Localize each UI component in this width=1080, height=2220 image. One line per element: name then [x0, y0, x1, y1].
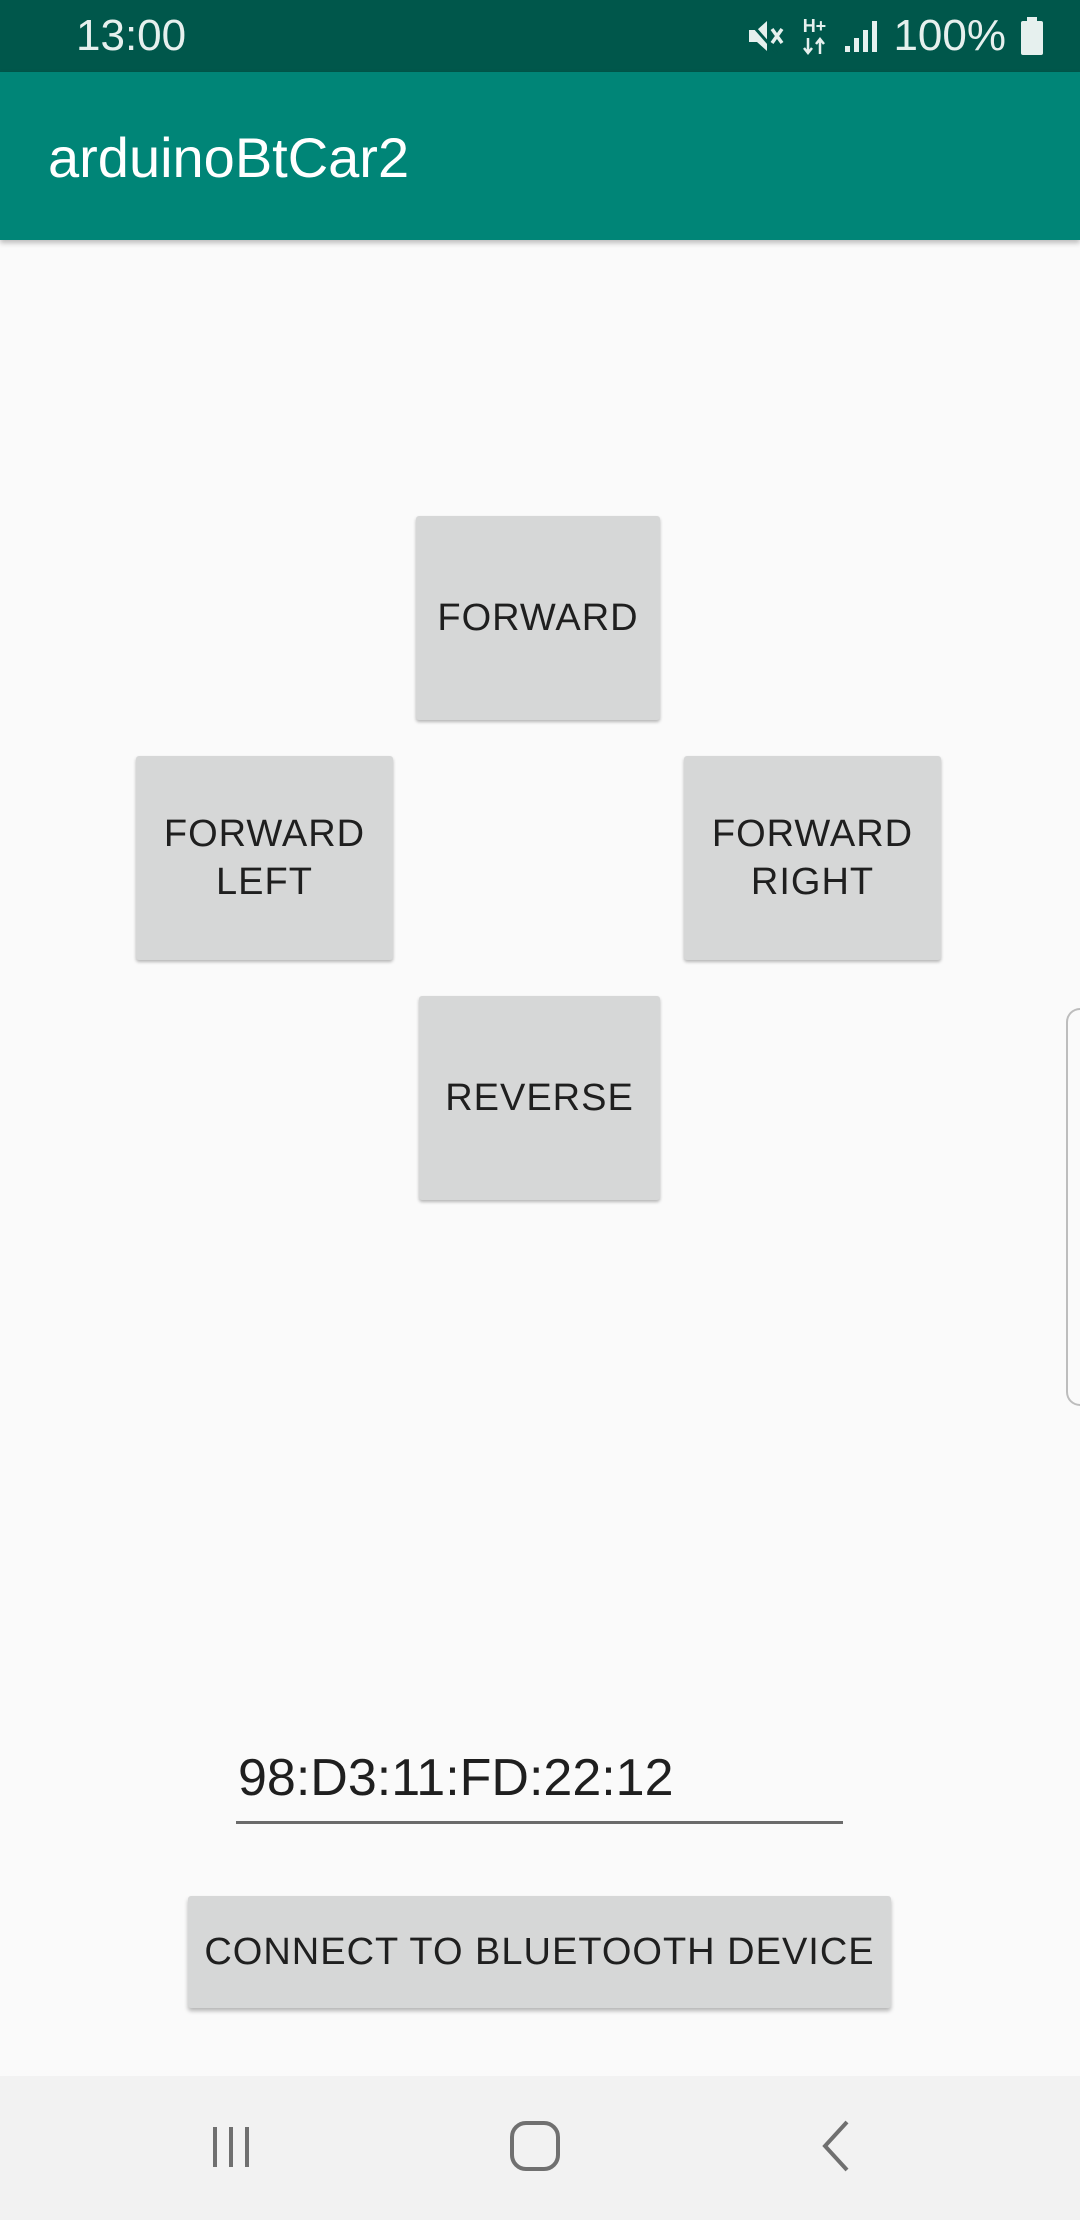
- reverse-button[interactable]: REVERSE: [419, 996, 660, 1200]
- forward-right-label-line1: FORWARD: [711, 813, 914, 855]
- recents-icon: [207, 2121, 257, 2176]
- forward-left-label-line2: LEFT: [216, 861, 313, 903]
- mute-icon: [745, 16, 785, 56]
- status-icons: H+ 100%: [745, 10, 1044, 62]
- recents-button[interactable]: [192, 2112, 272, 2184]
- forward-button-label: FORWARD: [437, 597, 639, 639]
- status-bar: 13:00 H+ 100%: [0, 0, 1080, 72]
- battery-icon: [1020, 16, 1044, 56]
- navigation-bar: [0, 2076, 1080, 2220]
- back-button[interactable]: [797, 2112, 877, 2184]
- home-button[interactable]: [495, 2112, 575, 2184]
- forward-right-label-line2: RIGHT: [750, 861, 875, 903]
- edge-panel-handle[interactable]: [1066, 1008, 1080, 1406]
- signal-icon: [843, 18, 879, 54]
- network-icon: H+: [799, 16, 829, 56]
- app-bar: arduinoBtCar2: [0, 72, 1080, 240]
- home-icon: [508, 2119, 562, 2178]
- app-title: arduinoBtCar2: [48, 126, 410, 189]
- forward-button[interactable]: FORWARD: [416, 516, 660, 720]
- battery-percent: 100%: [893, 11, 1006, 60]
- connect-bluetooth-button[interactable]: CONNECT TO BLUETOOTH DEVICE: [188, 1896, 891, 2008]
- bluetooth-address-field[interactable]: [236, 1740, 843, 1824]
- forward-left-label-line1: FORWARD: [163, 813, 366, 855]
- back-icon: [817, 2118, 857, 2179]
- status-time: 13:00: [76, 11, 187, 60]
- forward-left-button[interactable]: FORWARD LEFT: [136, 756, 393, 960]
- network-type-label: H+: [802, 16, 827, 36]
- forward-right-button[interactable]: FORWARD RIGHT: [684, 756, 941, 960]
- reverse-button-label: REVERSE: [445, 1077, 634, 1119]
